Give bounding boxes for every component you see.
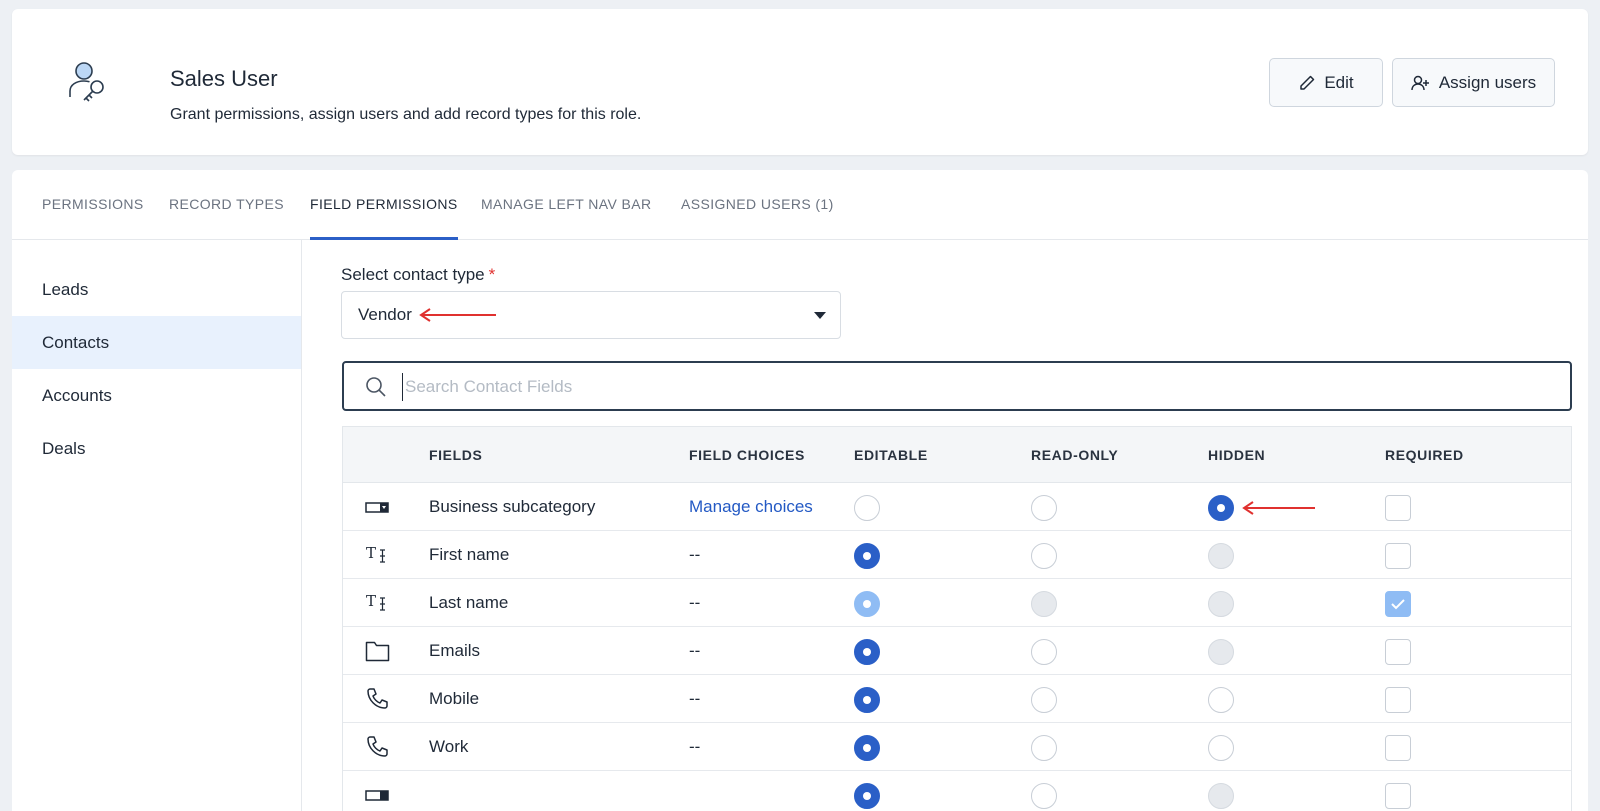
hidden-radio[interactable] (1208, 687, 1234, 713)
table-row-partial (343, 771, 1571, 811)
read-only-radio[interactable] (1031, 783, 1057, 809)
editable-radio[interactable] (854, 543, 880, 569)
svg-text:T: T (366, 544, 376, 562)
col-header-fields: FIELDS (429, 447, 483, 463)
field-name: Mobile (429, 689, 480, 708)
sidebar-item-contacts[interactable]: Contacts (12, 316, 301, 369)
contact-type-select[interactable]: Vendor (341, 291, 841, 339)
role-title: Sales User (170, 66, 278, 91)
required-checkbox[interactable] (1385, 687, 1411, 713)
read-only-radio[interactable] (1031, 687, 1057, 713)
role-subtitle: Grant permissions, assign users and add … (170, 106, 642, 123)
tab-record-types[interactable]: RECORD TYPES (169, 170, 284, 240)
tab-manage-left-nav-bar[interactable]: MANAGE LEFT NAV BAR (481, 170, 651, 240)
search-icon (364, 375, 388, 404)
svg-text:T: T (366, 592, 376, 610)
field-choices: -- (689, 641, 701, 660)
manage-choices-link[interactable]: Manage choices (689, 483, 813, 531)
checkmark-icon (1391, 599, 1405, 610)
annotation-arrow-icon (1242, 501, 1315, 515)
field-choices: -- (689, 737, 701, 756)
text-field-icon: T (365, 591, 391, 615)
editable-radio[interactable] (854, 783, 880, 809)
editable-radio[interactable] (854, 495, 880, 521)
required-checkbox (1385, 591, 1411, 617)
role-header-card: Sales User Grant permissions, assign use… (12, 9, 1588, 155)
table-row: Emails -- (343, 627, 1571, 675)
tab-field-permissions[interactable]: FIELD PERMISSIONS (310, 170, 458, 240)
table-row: Business subcategory Manage choices (343, 483, 1571, 531)
col-header-editable: EDITABLE (854, 447, 928, 463)
phone-icon (365, 687, 391, 711)
add-user-icon (1411, 74, 1431, 92)
field-permissions-table: FIELDS FIELD CHOICES EDITABLE READ-ONLY … (342, 426, 1572, 811)
col-header-required: REQUIRED (1385, 447, 1464, 463)
pencil-icon (1298, 74, 1316, 92)
assign-users-button[interactable]: Assign users (1392, 58, 1555, 107)
field-permissions-card: PERMISSIONS RECORD TYPES FIELD PERMISSIO… (12, 170, 1588, 811)
dropdown-field-icon (365, 783, 391, 807)
annotation-arrow-icon (419, 308, 496, 322)
field-permissions-content: Select contact type* Vendor FIELDS FIELD… (302, 240, 1588, 811)
hidden-radio[interactable] (1208, 495, 1234, 521)
read-only-radio[interactable] (1031, 543, 1057, 569)
read-only-radio[interactable] (1031, 495, 1057, 521)
tab-assigned-users[interactable]: ASSIGNED USERS (1) (681, 170, 834, 240)
dropdown-field-icon (365, 495, 391, 519)
field-choices: -- (689, 593, 701, 612)
table-row: T Last name -- (343, 579, 1571, 627)
sidebar-item-leads[interactable]: Leads (12, 263, 301, 316)
sidebar-item-accounts[interactable]: Accounts (12, 369, 301, 422)
tab-bar: PERMISSIONS RECORD TYPES FIELD PERMISSIO… (12, 170, 1588, 240)
user-key-icon (60, 57, 116, 113)
sidebar-item-deals[interactable]: Deals (12, 422, 301, 475)
required-checkbox[interactable] (1385, 783, 1411, 809)
editable-radio[interactable] (854, 735, 880, 761)
required-checkbox[interactable] (1385, 495, 1411, 521)
field-choices: -- (689, 545, 701, 564)
hidden-radio (1208, 591, 1234, 617)
field-name: Business subcategory (429, 497, 596, 516)
col-header-read-only: READ-ONLY (1031, 447, 1119, 463)
table-row: T First name -- (343, 531, 1571, 579)
contact-type-label-text: Select contact type (341, 265, 485, 284)
table-row: Work -- (343, 723, 1571, 771)
hidden-radio (1208, 639, 1234, 665)
col-header-hidden: HIDDEN (1208, 447, 1266, 463)
required-checkbox[interactable] (1385, 639, 1411, 665)
module-sidenav: Leads Contacts Accounts Deals (12, 240, 302, 811)
contact-type-value: Vendor (358, 305, 412, 324)
phone-icon (365, 735, 391, 759)
editable-radio (854, 591, 880, 617)
field-name: First name (429, 545, 510, 564)
col-header-field-choices: FIELD CHOICES (689, 447, 805, 463)
contact-type-label: Select contact type * (341, 265, 495, 285)
hidden-radio[interactable] (1208, 735, 1234, 761)
field-choices: -- (689, 689, 701, 708)
table-row: Mobile -- (343, 675, 1571, 723)
field-name: Last name (429, 593, 509, 612)
edit-button[interactable]: Edit (1269, 58, 1383, 107)
editable-radio[interactable] (854, 639, 880, 665)
read-only-radio[interactable] (1031, 639, 1057, 665)
search-input[interactable] (402, 373, 1502, 401)
hidden-radio (1208, 783, 1234, 809)
editable-radio[interactable] (854, 687, 880, 713)
caret-down-icon (814, 312, 826, 319)
field-name: Emails (429, 641, 481, 660)
assign-users-label: Assign users (1438, 72, 1537, 92)
read-only-radio[interactable] (1031, 735, 1057, 761)
folder-icon (365, 639, 391, 663)
text-field-icon: T (365, 543, 391, 567)
search-field[interactable] (342, 361, 1572, 411)
tab-permissions[interactable]: PERMISSIONS (42, 170, 144, 240)
required-mark: * (488, 265, 496, 284)
required-checkbox[interactable] (1385, 543, 1411, 569)
edit-button-label: Edit (1324, 72, 1354, 92)
read-only-radio (1031, 591, 1057, 617)
field-name: Work (429, 737, 469, 756)
hidden-radio (1208, 543, 1234, 569)
required-checkbox[interactable] (1385, 735, 1411, 761)
table-header: FIELDS FIELD CHOICES EDITABLE READ-ONLY … (343, 427, 1571, 483)
